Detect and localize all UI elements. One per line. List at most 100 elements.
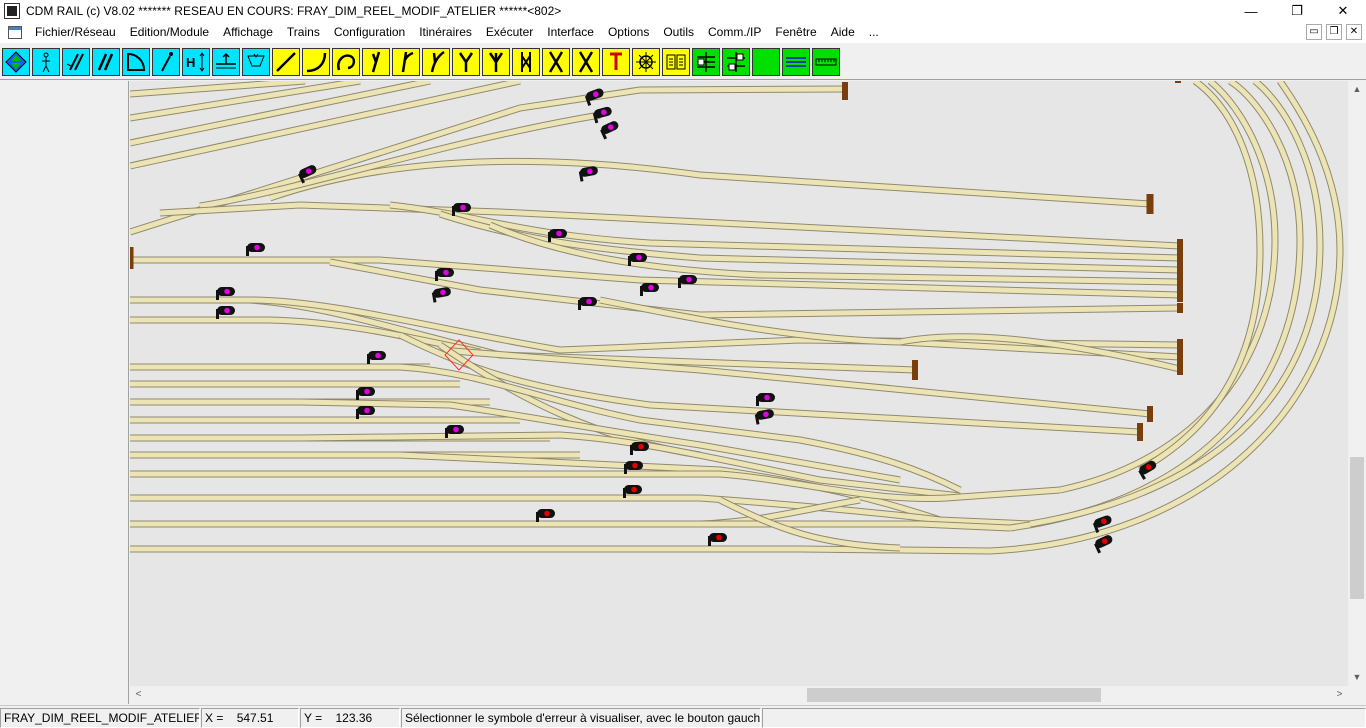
mdi-document-icon[interactable] [8, 26, 22, 39]
menu-more[interactable]: ... [862, 22, 886, 43]
buffer-stop[interactable] [912, 360, 918, 380]
minimize-button[interactable]: — [1228, 0, 1274, 22]
app-icon[interactable] [4, 3, 20, 19]
buffer-stop[interactable] [1175, 81, 1181, 83]
y-turnout-tool-button[interactable] [452, 48, 480, 76]
buffer-stop[interactable] [130, 247, 134, 269]
signal-icon[interactable] [431, 287, 452, 303]
curved-rail-tool-button[interactable] [302, 48, 330, 76]
track-layout[interactable] [130, 81, 1348, 686]
book-tool-button[interactable] [662, 48, 690, 76]
level-icon [216, 52, 236, 69]
menu-fenetre[interactable]: Fenêtre [768, 22, 823, 43]
buffer-stop[interactable] [1146, 194, 1154, 214]
height-tool-button[interactable]: H [182, 48, 210, 76]
double-slip-tool-button[interactable] [512, 48, 540, 76]
menu-options[interactable]: Options [601, 22, 656, 43]
buffer-stop[interactable] [1177, 351, 1183, 363]
curve-tool-button[interactable] [122, 48, 150, 76]
track-segment[interactable] [700, 520, 1011, 532]
signal-icon[interactable] [599, 120, 622, 140]
left-turnout-tool-button[interactable] [362, 48, 390, 76]
lines-tool-button[interactable] [782, 48, 810, 76]
mdi-close-button[interactable]: ✕ [1346, 24, 1362, 40]
buffer-stop[interactable] [1177, 263, 1183, 277]
buffer-stop[interactable] [1137, 423, 1143, 441]
signal-icon[interactable] [640, 283, 659, 296]
straight-rail-tool-button[interactable] [272, 48, 300, 76]
menu-comm-ip[interactable]: Comm./IP [701, 22, 768, 43]
buffer-stop[interactable] [1147, 406, 1153, 422]
menu-configuration[interactable]: Configuration [327, 22, 412, 43]
close-button[interactable]: ✕ [1320, 0, 1366, 22]
curved-turnout-tool-button[interactable] [422, 48, 450, 76]
mdi-minimize-button[interactable]: ▭ [1306, 24, 1322, 40]
module-tool-button[interactable] [692, 48, 720, 76]
module-link-tool-button[interactable] [722, 48, 750, 76]
scroll-left-icon[interactable]: < [130, 686, 147, 704]
scroll-down-icon[interactable]: ▼ [1348, 669, 1366, 686]
terrain-tool-button[interactable] [242, 48, 270, 76]
mdi-restore-button[interactable]: ❐ [1326, 24, 1342, 40]
menu-aide[interactable]: Aide [824, 22, 862, 43]
select-tool-button[interactable] [2, 48, 30, 76]
menu-interface[interactable]: Interface [540, 22, 601, 43]
buffer-stop[interactable] [1177, 239, 1183, 253]
menu-edition-module[interactable]: Edition/Module [123, 22, 216, 43]
track-segment[interactable] [159, 201, 1181, 250]
vertical-scrollbar[interactable]: ▲ ▼ [1348, 81, 1366, 686]
signal-icon[interactable] [578, 297, 597, 310]
menu-itineraires[interactable]: Itinéraires [412, 22, 479, 43]
signal-icon[interactable] [630, 442, 649, 455]
signal-icon[interactable] [435, 268, 454, 281]
signal-icon[interactable] [756, 393, 775, 406]
signal-icon[interactable] [367, 351, 386, 364]
turntable-tool-button[interactable] [632, 48, 660, 76]
title-bar: CDM RAIL (c) V8.02 ******* RESEAU EN COU… [0, 0, 1366, 22]
track-segment[interactable] [268, 157, 1151, 208]
buffer-tool-button[interactable] [602, 48, 630, 76]
buffer-stop[interactable] [1177, 251, 1183, 265]
level-tool-button[interactable] [212, 48, 240, 76]
point-tool-button[interactable] [152, 48, 180, 76]
double-track-tool-button[interactable] [92, 48, 120, 76]
track-tool-button[interactable] [32, 48, 60, 76]
scroll-right-icon[interactable]: > [1331, 686, 1348, 704]
buffer-stop[interactable] [1177, 288, 1183, 302]
diagonal-tool-button[interactable] [62, 48, 90, 76]
loop-rail-tool-button[interactable] [332, 48, 360, 76]
buffer-stop[interactable] [1177, 363, 1183, 375]
layout-canvas[interactable] [130, 81, 1348, 686]
signal-icon[interactable] [356, 387, 375, 400]
menu-executer[interactable]: Exécuter [479, 22, 540, 43]
buffer-stop[interactable] [1177, 275, 1183, 289]
scroll-up-icon[interactable]: ▲ [1348, 81, 1366, 98]
signal-icon[interactable] [246, 243, 265, 256]
blank-tool-button[interactable] [752, 48, 780, 76]
signal-icon[interactable] [592, 106, 614, 124]
crossing-tool-button[interactable] [542, 48, 570, 76]
track-segment[interactable] [130, 494, 1031, 528]
right-turnout-tool-button[interactable] [392, 48, 420, 76]
horizontal-scrollbar[interactable]: < > [130, 686, 1348, 704]
maximize-button[interactable]: ❐ [1274, 0, 1320, 22]
buffer-stop[interactable] [1177, 303, 1183, 313]
menu-trains[interactable]: Trains [280, 22, 327, 43]
signal-icon[interactable] [708, 533, 727, 546]
diamond-tool-button[interactable] [572, 48, 600, 76]
signal-icon[interactable] [578, 166, 599, 182]
buffer-stop[interactable] [1177, 339, 1183, 351]
menu-affichage[interactable]: Affichage [216, 22, 280, 43]
horizontal-scroll-thumb[interactable] [807, 688, 1101, 702]
three-way-tool-button[interactable] [482, 48, 510, 76]
signal-icon[interactable] [536, 509, 555, 522]
buffer-stop[interactable] [842, 82, 848, 100]
ruler-tool-button[interactable] [812, 48, 840, 76]
signal-icon[interactable] [678, 275, 697, 288]
track-segment[interactable] [1029, 81, 1324, 528]
menu-fichier-reseau[interactable]: Fichier/Réseau [28, 22, 123, 43]
menu-outils[interactable]: Outils [656, 22, 701, 43]
track-segment[interactable] [130, 545, 991, 555]
vertical-scroll-thumb[interactable] [1350, 457, 1364, 599]
module-icon [697, 52, 715, 72]
